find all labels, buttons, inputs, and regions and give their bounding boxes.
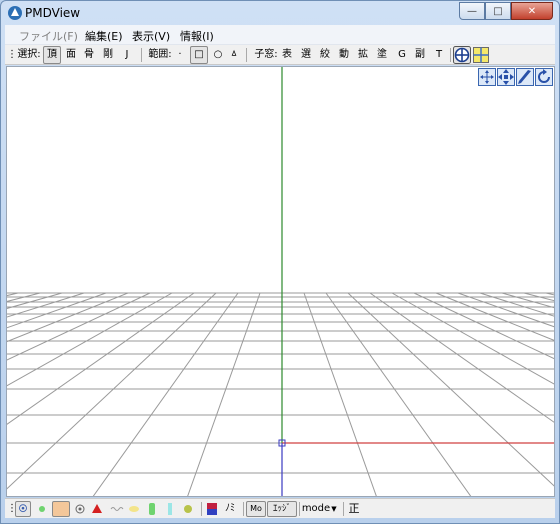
child-filter-button[interactable]: 絞 xyxy=(318,45,332,65)
range-point-button[interactable]: · xyxy=(173,45,187,65)
toolbar-separator xyxy=(299,502,300,516)
grid-line-depth xyxy=(391,292,554,385)
select-vertex-button[interactable]: 頂 xyxy=(43,46,61,64)
green-star-icon[interactable] xyxy=(35,499,49,519)
range-rect-button[interactable]: □ xyxy=(190,46,208,64)
toolbar-separator xyxy=(201,502,202,516)
pan-icon[interactable] xyxy=(478,68,496,86)
minimize-icon: — xyxy=(467,5,477,17)
bottom-toolbar: ⋮ ﾉﾐ Mo ｴｯｼﾞ mode ▼ 正 xyxy=(5,498,555,518)
grid-line-depth xyxy=(92,292,239,496)
grid-line-depth xyxy=(325,292,472,496)
window-title: PMDView xyxy=(25,6,81,20)
nomi-label[interactable]: ﾉﾐ xyxy=(222,499,238,519)
title-bar[interactable]: PMDView — □ ✕ xyxy=(1,1,559,25)
grid-line-depth xyxy=(7,292,63,309)
child-g-button[interactable]: G xyxy=(395,45,409,65)
child-paint-button[interactable]: 塗 xyxy=(375,45,389,65)
maximize-button[interactable]: □ xyxy=(485,2,511,20)
app-window: PMDView — □ ✕ ファイル(F) 編集(E) 表示(V) 情報(I) … xyxy=(0,0,560,524)
main-toolbar: ⋮ 選択: 頂 面 骨 剛 J 範囲: · □ ○ ㅿ 子窓: 表 選 絞 動 … xyxy=(5,45,555,65)
wave-icon[interactable] xyxy=(109,499,125,519)
chevron-down-icon[interactable]: ▼ xyxy=(330,499,338,519)
close-button[interactable]: ✕ xyxy=(511,2,553,20)
toolbar-grip: ⋮ xyxy=(7,503,17,514)
edge-button[interactable]: ｴｯｼﾞ xyxy=(267,501,297,517)
grid-line-depth xyxy=(7,292,129,343)
range-lasso-button[interactable]: ㅿ xyxy=(227,45,241,65)
zoom-icon[interactable] xyxy=(516,68,534,86)
color-swatch-icon[interactable] xyxy=(205,499,219,519)
toolbar-separator xyxy=(343,502,344,516)
close-icon: ✕ xyxy=(527,5,537,17)
grid-line-depth xyxy=(457,292,554,328)
mode-dropdown[interactable]: mode xyxy=(301,499,331,519)
child-t-button[interactable]: T xyxy=(432,45,446,65)
select-rigid-button[interactable]: 剛 xyxy=(100,45,116,65)
grid-line-depth xyxy=(7,292,107,329)
toolbar-separator xyxy=(450,48,451,62)
child-sub-button[interactable]: 副 xyxy=(413,45,427,65)
child-scale-button[interactable]: 拡 xyxy=(356,45,370,65)
app-icon xyxy=(8,6,22,20)
menu-edit[interactable]: 編集(E) xyxy=(85,28,123,44)
grid-line-depth xyxy=(435,292,554,341)
grid-scene xyxy=(7,67,554,496)
yellow-bone-icon[interactable] xyxy=(127,499,141,519)
grid-line-depth xyxy=(7,292,19,297)
grid-line-depth xyxy=(347,292,554,487)
cyan-joint-icon[interactable] xyxy=(163,499,177,519)
four-view-icon[interactable] xyxy=(473,47,489,63)
mo-button[interactable]: Mo xyxy=(246,501,266,517)
grid-line-depth xyxy=(7,292,151,361)
select-joint-button[interactable]: J xyxy=(120,45,134,65)
vertex-display-icon[interactable] xyxy=(15,501,31,517)
grid-line-depth xyxy=(369,292,554,423)
menu-info[interactable]: 情報(I) xyxy=(180,28,214,44)
3d-viewport[interactable] xyxy=(6,66,555,497)
toolbar-separator xyxy=(246,48,247,62)
red-triangle-icon[interactable] xyxy=(90,499,104,519)
grid-line-depth xyxy=(187,292,261,496)
child-move-button[interactable]: 動 xyxy=(337,45,351,65)
range-label: 範囲: xyxy=(148,49,172,60)
grid-line-depth xyxy=(303,292,377,496)
grid-line-depth xyxy=(501,292,554,309)
rotate-icon[interactable] xyxy=(535,68,553,86)
grid-line-depth xyxy=(7,292,173,387)
minimize-button[interactable]: — xyxy=(459,2,485,20)
move-icon[interactable] xyxy=(497,68,515,86)
select-bone-button[interactable]: 骨 xyxy=(81,45,97,65)
child-window-label: 子窓: xyxy=(254,49,278,60)
grid-line-depth xyxy=(545,292,554,296)
target-icon[interactable] xyxy=(73,499,87,519)
range-circle-button[interactable]: ○ xyxy=(211,45,225,65)
green-cylinder-icon[interactable] xyxy=(145,499,159,519)
sphere-icon[interactable] xyxy=(181,499,195,519)
select-label: 選択: xyxy=(17,49,41,60)
grid-line-depth xyxy=(523,292,554,302)
target-view-icon[interactable] xyxy=(453,46,471,64)
select-face-button[interactable]: 面 xyxy=(63,45,79,65)
menu-bar: ファイル(F) 編集(E) 表示(V) 情報(I) xyxy=(5,25,555,45)
toolbar-grip: ⋮ xyxy=(7,49,17,60)
maximize-icon: □ xyxy=(493,5,503,17)
menu-file[interactable]: ファイル(F) xyxy=(19,28,78,44)
child-table-button[interactable]: 表 xyxy=(280,45,294,65)
child-select-button[interactable]: 選 xyxy=(299,45,313,65)
toolbar-separator xyxy=(141,48,142,62)
correct-button[interactable]: 正 xyxy=(346,499,362,519)
toolbar-separator xyxy=(243,502,244,516)
material-toggle-button[interactable] xyxy=(52,501,70,517)
grid-line-depth xyxy=(7,292,217,490)
grid-line-depth xyxy=(7,292,41,302)
menu-view[interactable]: 表示(V) xyxy=(132,28,170,44)
